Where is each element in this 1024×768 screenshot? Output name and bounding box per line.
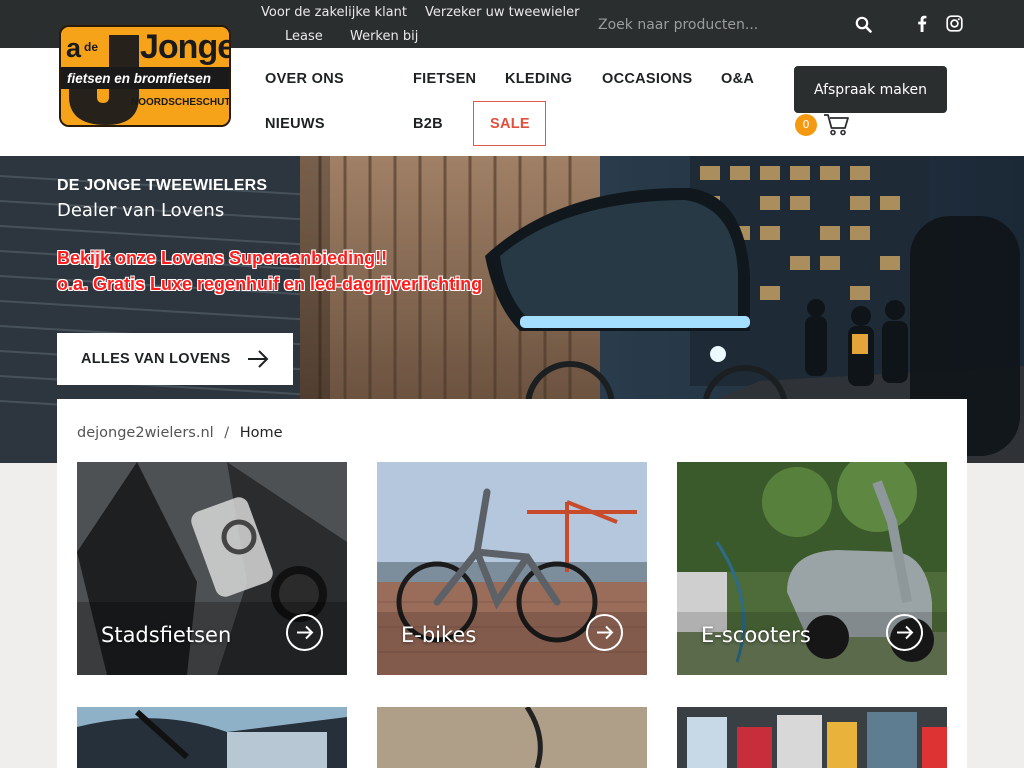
link-lease[interactable]: Lease bbox=[285, 29, 323, 44]
nav-sale[interactable]: SALE bbox=[490, 116, 530, 132]
hero-subtitle: Dealer van Lovens bbox=[57, 200, 225, 221]
appointment-button[interactable]: Afspraak maken bbox=[794, 66, 947, 113]
link-zakelijke-klant[interactable]: Voor de zakelijke klant bbox=[261, 5, 407, 20]
breadcrumb: dejonge2wielers.nl / Home bbox=[77, 425, 283, 441]
logo-de: de bbox=[84, 40, 99, 54]
category-card-row2-3[interactable] bbox=[677, 707, 947, 768]
hero-title: DE JONGE TWEEWIELERS bbox=[57, 177, 268, 194]
hero-promo-line-1: Bekijk onze Lovens Superaanbieding!! bbox=[57, 248, 388, 268]
category-image bbox=[77, 707, 347, 768]
category-image bbox=[377, 707, 647, 768]
arrow-circle-icon[interactable] bbox=[886, 614, 923, 651]
site-logo[interactable]: a de Jonge fietsen en bromfietsen NOORDS… bbox=[59, 25, 231, 127]
cart-icon[interactable] bbox=[823, 113, 850, 140]
category-card-row2-1[interactable] bbox=[77, 707, 347, 768]
category-card-e-bikes[interactable]: E-bikes bbox=[377, 462, 647, 675]
category-label: E-scooters bbox=[701, 623, 811, 647]
nav-b2b[interactable]: B2B bbox=[413, 116, 443, 132]
logo-a: a bbox=[66, 33, 82, 63]
facebook-icon[interactable] bbox=[917, 15, 927, 36]
nav-occasions[interactable]: OCCASIONS bbox=[602, 71, 693, 87]
search-icon[interactable] bbox=[855, 16, 872, 37]
nav-oa[interactable]: O&A bbox=[721, 71, 754, 87]
instagram-icon[interactable] bbox=[946, 15, 963, 36]
breadcrumb-current: Home bbox=[239, 425, 283, 441]
nav-over-ons[interactable]: OVER ONS bbox=[265, 71, 344, 87]
category-label: E-bikes bbox=[401, 623, 477, 647]
category-card-e-scooters[interactable]: E-scooters bbox=[677, 462, 947, 675]
hero-promo-line-2: o.a. Gratis Luxe regenhuif en led-dagrij… bbox=[57, 274, 483, 294]
alles-van-lovens-button[interactable]: ALLES VAN LOVENS bbox=[57, 333, 293, 385]
category-card-stadsfietsen[interactable]: Stadsfietsen bbox=[77, 462, 347, 675]
hero-button-label: ALLES VAN LOVENS bbox=[81, 351, 231, 367]
arrow-circle-icon[interactable] bbox=[286, 614, 323, 651]
breadcrumb-site-link[interactable]: dejonge2wielers.nl bbox=[77, 425, 214, 441]
category-label: Stadsfietsen bbox=[101, 623, 232, 647]
nav-kleding[interactable]: KLEDING bbox=[505, 71, 572, 87]
logo-jonge: Jonge bbox=[140, 28, 231, 66]
breadcrumb-separator: / bbox=[224, 425, 230, 441]
search-input[interactable] bbox=[598, 12, 838, 38]
link-werken-bij[interactable]: Werken bij bbox=[350, 29, 418, 44]
category-image bbox=[677, 707, 947, 768]
nav-nieuws[interactable]: NIEUWS bbox=[265, 116, 325, 132]
cart-count-badge: 0 bbox=[795, 114, 817, 136]
nav-fietsen[interactable]: FIETSEN bbox=[413, 71, 476, 87]
category-card-row2-2[interactable] bbox=[377, 707, 647, 768]
link-verzeker-tweewieler[interactable]: Verzeker uw tweewieler bbox=[425, 5, 580, 20]
logo-tagline: fietsen en bromfietsen bbox=[67, 71, 212, 86]
arrow-right-icon bbox=[247, 349, 269, 373]
arrow-circle-icon[interactable] bbox=[586, 614, 623, 651]
logo-place: NOORDSCHESCHUT bbox=[131, 97, 231, 108]
